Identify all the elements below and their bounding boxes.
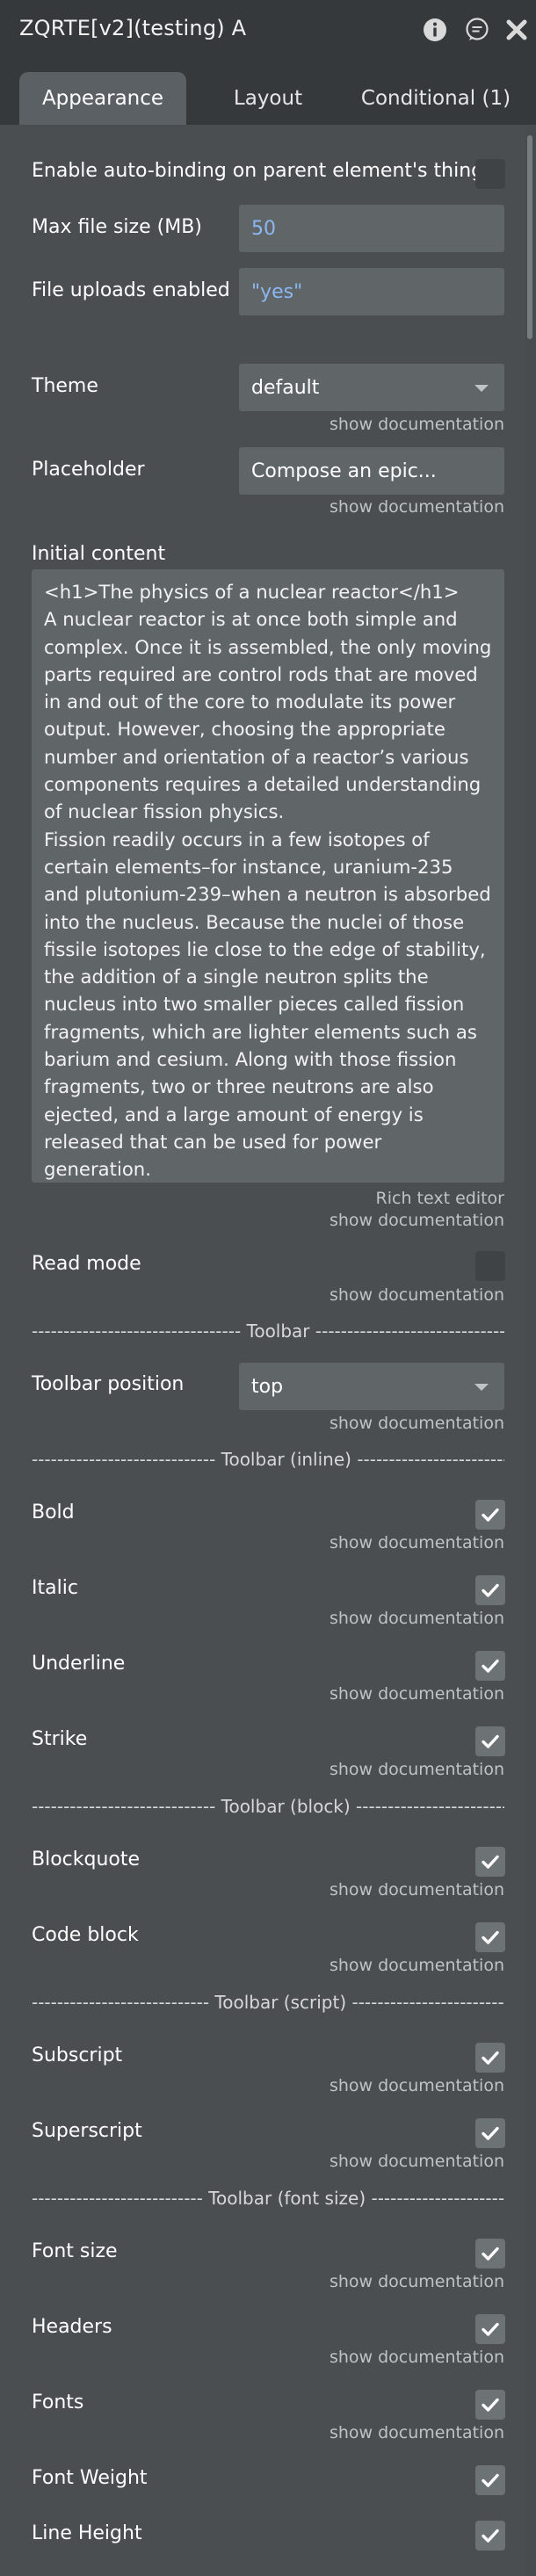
property-editor-panel: ZQRTE[v2](testing) A Appearance Layout C… [0, 0, 536, 2576]
toolbar-position-label: Toolbar position [32, 1373, 185, 1395]
font-weight-checkbox[interactable] [475, 2465, 505, 2495]
fonts-checkbox[interactable] [475, 2390, 505, 2420]
max-file-size-label: Max file size (MB) [32, 216, 202, 238]
section-toolbar-block: ----------------------------- Toolbar (b… [32, 1796, 504, 1817]
checkmark-icon [482, 2529, 499, 2543]
subscript-label: Subscript [32, 2044, 123, 2066]
checkmark-icon [482, 2051, 499, 2065]
chevron-down-icon [474, 1384, 489, 1391]
fonts-label: Fonts [32, 2391, 84, 2413]
checkmark-icon [482, 2322, 499, 2336]
bold-label: Bold [32, 1501, 75, 1523]
initial-content-label: Initial content [32, 543, 166, 565]
initial-content-doc-link[interactable]: show documentation [330, 1211, 504, 1230]
superscript-doc-link[interactable]: show documentation [330, 2152, 504, 2171]
section-toolbar: --------------------------------- Toolba… [32, 1321, 504, 1342]
italic-checkbox[interactable] [475, 1575, 505, 1605]
auto-binding-checkbox[interactable] [475, 159, 505, 189]
title-bar: ZQRTE[v2](testing) A [0, 0, 536, 62]
subscript-checkbox[interactable] [475, 2043, 505, 2073]
read-mode-checkbox[interactable] [475, 1251, 505, 1281]
checkmark-icon [482, 2473, 499, 2487]
italic-doc-link[interactable]: show documentation [330, 1609, 504, 1628]
underline-checkbox[interactable] [475, 1651, 505, 1681]
blockquote-doc-link[interactable]: show documentation [330, 1880, 504, 1899]
file-uploads-label: File uploads enabled [32, 279, 230, 301]
checkmark-icon [482, 1659, 499, 1673]
scrollbar-thumb[interactable] [527, 135, 532, 339]
checkmark-icon [482, 1855, 499, 1869]
bold-checkbox[interactable] [475, 1500, 505, 1530]
italic-label: Italic [32, 1577, 78, 1599]
theme-dropdown[interactable]: default [239, 364, 504, 411]
read-mode-doc-link[interactable]: show documentation [330, 1285, 504, 1305]
checkmark-icon [482, 1930, 499, 1944]
subscript-doc-link[interactable]: show documentation [330, 2076, 504, 2095]
headers-doc-link[interactable]: show documentation [330, 2348, 504, 2367]
scrollbar-track[interactable] [525, 125, 536, 2576]
superscript-label: Superscript [32, 2120, 142, 2142]
info-icon[interactable] [423, 18, 447, 42]
chevron-down-icon [474, 385, 489, 392]
font-size-checkbox[interactable] [475, 2239, 505, 2268]
max-file-size-input[interactable]: 50 [239, 205, 504, 252]
comment-icon[interactable] [465, 18, 489, 42]
section-toolbar-font-size: --------------------------- Toolbar (fon… [32, 2188, 504, 2209]
superscript-checkbox[interactable] [475, 2118, 505, 2148]
strike-label: Strike [32, 1728, 88, 1750]
fonts-doc-link[interactable]: show documentation [330, 2423, 504, 2442]
underline-doc-link[interactable]: show documentation [330, 1684, 504, 1704]
placeholder-label: Placeholder [32, 459, 145, 481]
placeholder-input[interactable]: Compose an epic... [239, 447, 504, 495]
headers-label: Headers [32, 2316, 112, 2338]
checkmark-icon [482, 2247, 499, 2261]
checkmark-icon [482, 2126, 499, 2140]
bold-doc-link[interactable]: show documentation [330, 1533, 504, 1552]
headers-checkbox[interactable] [475, 2314, 505, 2344]
font-size-label: Font size [32, 2240, 118, 2262]
tab-appearance[interactable]: Appearance [19, 72, 186, 125]
strike-checkbox[interactable] [475, 1726, 505, 1756]
code-block-label: Code block [32, 1924, 139, 1946]
file-uploads-input[interactable]: "yes" [239, 268, 504, 315]
close-icon[interactable] [504, 18, 529, 42]
theme-label: Theme [32, 375, 98, 397]
window-title: ZQRTE[v2](testing) A [19, 16, 247, 40]
toolbar-position-dropdown[interactable]: top [239, 1363, 504, 1410]
placeholder-doc-link[interactable]: show documentation [330, 497, 504, 517]
toolbar-position-doc-link[interactable]: show documentation [330, 1414, 504, 1433]
underline-label: Underline [32, 1653, 126, 1675]
tab-bar: Appearance Layout Conditional (1) [0, 62, 536, 125]
checkmark-icon [482, 1734, 499, 1748]
theme-value: default [251, 376, 320, 399]
strike-doc-link[interactable]: show documentation [330, 1760, 504, 1779]
line-height-checkbox[interactable] [475, 2521, 505, 2551]
line-height-label: Line Height [32, 2522, 142, 2544]
section-toolbar-inline: ----------------------------- Toolbar (i… [32, 1449, 504, 1470]
initial-content-textarea[interactable]: <h1>The physics of a nuclear reactor</h1… [32, 569, 504, 1183]
auto-binding-label: Enable auto-binding on parent element's … [32, 160, 484, 182]
tab-conditional[interactable]: Conditional (1) [351, 72, 520, 125]
blockquote-checkbox[interactable] [475, 1847, 505, 1877]
read-mode-label: Read mode [32, 1253, 141, 1275]
checkmark-icon [482, 1583, 499, 1597]
section-toolbar-script: ---------------------------- Toolbar (sc… [32, 1992, 504, 2013]
code-block-doc-link[interactable]: show documentation [330, 1956, 504, 1975]
rich-text-editor-note: Rich text editor [375, 1189, 504, 1208]
font-size-doc-link[interactable]: show documentation [330, 2272, 504, 2291]
checkmark-icon [482, 1508, 499, 1522]
checkmark-icon [482, 2398, 499, 2412]
blockquote-label: Blockquote [32, 1849, 141, 1870]
code-block-checkbox[interactable] [475, 1922, 505, 1952]
font-weight-label: Font Weight [32, 2467, 148, 2489]
toolbar-position-value: top [251, 1375, 284, 1398]
tab-layout[interactable]: Layout [204, 72, 332, 125]
theme-doc-link[interactable]: show documentation [330, 415, 504, 434]
